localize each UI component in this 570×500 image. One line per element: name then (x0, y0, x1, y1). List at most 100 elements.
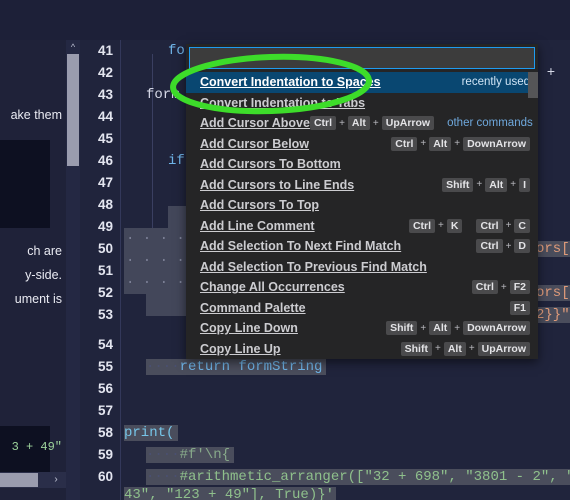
menu-item-label: Add Cursor Above (200, 116, 310, 131)
keybinding-plus: + (510, 179, 517, 191)
menu-item-label: Add Selection To Next Find Match (200, 239, 402, 254)
keybinding-plus: + (500, 281, 507, 293)
menu-item-right: recently used (452, 76, 530, 88)
line-number: 42 (97, 65, 113, 80)
chevron-up-icon[interactable]: ^ (66, 40, 80, 54)
line-number: 55 (97, 359, 113, 374)
keybinding-plus: + (339, 117, 345, 129)
code-line-58: print( (124, 425, 179, 441)
keybinding-plus: + (468, 343, 475, 355)
command-palette-list: Convert Indentation to Spaces recently u… (186, 72, 538, 359)
instructions-text-line-4: ument is (14, 292, 62, 306)
menu-item-label: Add Cursors To Top (200, 198, 319, 213)
line-number: 50 (97, 241, 113, 256)
keybinding-plus: + (420, 322, 427, 334)
screen: ake them ch are y-side. ument is 3 + 49"… (0, 0, 570, 500)
menu-item-change-all-occurrences[interactable]: Change All Occurrences Ctrl + F2 (186, 277, 538, 298)
keybinding-chip: Alt (485, 177, 508, 192)
code-line-58-text: print( (124, 425, 175, 441)
keybinding-plus: + (434, 343, 441, 355)
menu-item-command-palette[interactable]: Command Palette F1 (186, 298, 538, 319)
command-palette-scrollbar[interactable] (528, 72, 538, 359)
line-number: 43 (97, 87, 113, 102)
keybinding-chip: F2 (509, 280, 530, 295)
line-number: 59 (97, 447, 113, 462)
menu-item-right: Ctrl + D (476, 239, 530, 254)
code-line-60-wrapped: 43", "123 + 49"], True)}' (124, 487, 337, 500)
menu-item-convert-indentation-to-tabs[interactable]: Convert Indentation to Tabs (186, 93, 538, 114)
code-line-59-text: #f'\n{ (179, 447, 231, 463)
menu-item-label: Convert Indentation to Spaces (200, 75, 381, 90)
code-line-60-text: #arithmetic_arranger(["32 + 698", "3801 … (179, 469, 570, 485)
keybinding-chip: Ctrl (476, 218, 503, 233)
chevron-right-icon[interactable]: › (48, 472, 64, 488)
menu-item-right: Shift + Alt + I (442, 177, 530, 192)
menu-item-group: other commands (447, 117, 533, 130)
instructions-horizontal-scrollbar-thumb[interactable] (0, 473, 38, 487)
keybinding-plus: + (420, 138, 427, 150)
line-number: 52 (97, 285, 113, 300)
menu-item-add-selection-to-next-find-match[interactable]: Add Selection To Next Find Match Ctrl + … (186, 236, 538, 257)
menu-item-add-cursor-below[interactable]: Add Cursor Below Ctrl + Alt + DownArrow (186, 134, 538, 155)
instructions-text-line-3: y-side. (25, 268, 62, 282)
menu-item-add-selection-to-previous-find-match[interactable]: Add Selection To Previous Find Match (186, 257, 538, 278)
keybinding-chip: Alt (429, 136, 452, 151)
code-line-60-wrapped-text: 43", "123 + 49"], True)}' (124, 487, 335, 500)
command-palette[interactable]: Convert Indentation to Spaces recently u… (186, 44, 538, 359)
line-number: 49 (97, 219, 113, 234)
menu-item-label: Add Cursor Below (200, 136, 310, 151)
menu-item-right: Shift + Alt + DownArrow (386, 321, 530, 336)
menu-item-add-cursor-above[interactable]: Add Cursor Above Ctrl + Alt + UpArrow ot… (186, 113, 538, 134)
instructions-panel: ake them ch are y-side. ument is 3 + 49" (0, 40, 66, 500)
menu-item-copy-line-down[interactable]: Copy Line Down Shift + Alt + DownArrow (186, 318, 538, 339)
keybinding-chip: DownArrow (463, 136, 530, 151)
menu-item-label: Copy Line Up (200, 341, 281, 356)
instructions-code-snippet: 3 + 49" (11, 440, 62, 454)
top-empty-area (0, 0, 570, 40)
keybinding-chip: DownArrow (463, 321, 530, 336)
menu-item-add-line-comment[interactable]: Add Line Comment Ctrl + K Ctrl + C (186, 216, 538, 237)
command-palette-input-wrap (186, 44, 538, 72)
command-palette-input[interactable] (189, 47, 535, 69)
menu-item-label: Copy Line Down (200, 321, 298, 336)
menu-item-label: Add Selection To Previous Find Match (200, 259, 427, 274)
menu-item-right: Ctrl + K Ctrl + C (408, 218, 530, 233)
menu-item-group: recently used (461, 76, 530, 89)
code-line-52-tail: ors[ (536, 285, 570, 301)
menu-item-add-cursors-to-line-ends[interactable]: Add Cursors to Line Ends Shift + Alt + I (186, 175, 538, 196)
code-line-59: ····#f'\n{ (146, 447, 235, 463)
menu-item-add-cursors-to-top[interactable]: Add Cursors To Top (186, 195, 538, 216)
keybinding-plus: + (454, 138, 461, 150)
menu-item-copy-line-up[interactable]: Copy Line Up Shift + Alt + UpArrow (186, 339, 538, 360)
code-line-55-text: return formString (179, 359, 323, 375)
line-number: 56 (97, 381, 113, 396)
code-line-50-tail: ors[ (536, 241, 570, 257)
menu-item-right: Ctrl + F2 (471, 280, 530, 295)
menu-item-label: Add Line Comment (200, 218, 315, 233)
keybinding-chip: F1 (509, 300, 530, 315)
line-number: 46 (97, 153, 113, 168)
keybinding-chip: Alt (429, 321, 452, 336)
line-number: 48 (97, 197, 113, 212)
keybinding-chip: Ctrl (408, 218, 436, 233)
menu-item-label: Change All Occurrences (200, 280, 345, 295)
command-palette-scrollbar-thumb[interactable] (528, 72, 538, 98)
keybinding-chip: Shift (442, 177, 474, 192)
menu-item-label: Add Cursors To Bottom (200, 157, 341, 172)
keybinding-chip: Ctrl (471, 280, 498, 295)
menu-item-add-cursors-to-bottom[interactable]: Add Cursors To Bottom (186, 154, 538, 175)
instructions-vertical-scrollbar-thumb[interactable] (67, 54, 79, 166)
indent-guide (152, 54, 153, 254)
line-number: 47 (97, 175, 113, 190)
keybinding-plus: + (438, 220, 444, 232)
menu-item-right: F1 (509, 300, 530, 315)
line-number: 44 (97, 109, 113, 124)
instructions-text-line-2: ch are (27, 244, 62, 258)
line-number: 58 (97, 425, 113, 440)
keybinding-chip: Ctrl (309, 116, 337, 131)
keybinding-chip: Ctrl (391, 136, 418, 151)
keybinding-plus: + (505, 240, 512, 252)
menu-item-convert-indentation-to-spaces[interactable]: Convert Indentation to Spaces recently u… (186, 72, 538, 93)
line-number: 60 (97, 469, 113, 484)
code-line-55: ····return formString (146, 359, 327, 375)
